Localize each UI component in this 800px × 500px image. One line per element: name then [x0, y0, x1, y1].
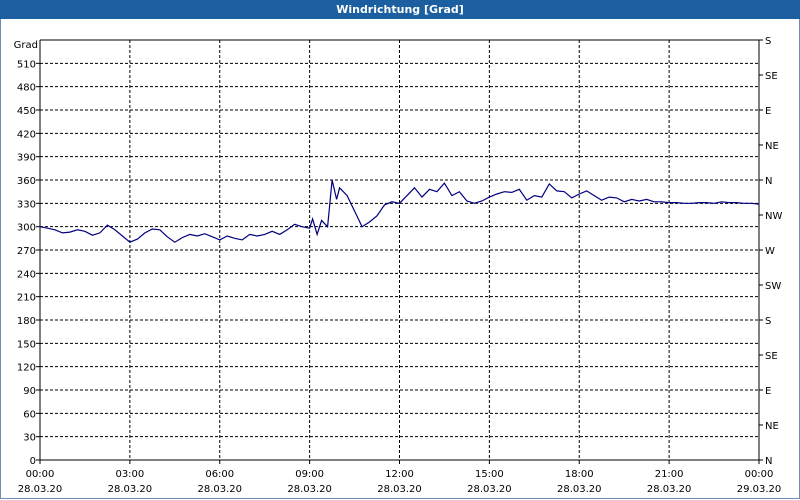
right-tick-label: SE [765, 351, 778, 362]
right-tick-label: S [765, 36, 771, 47]
x-tick-time: 06:00 [205, 469, 234, 480]
y-tick-label: 390 [17, 153, 36, 164]
y-tick-label: 480 [17, 83, 36, 94]
y-tick-label: 150 [17, 339, 36, 350]
right-tick-label: NE [765, 141, 779, 152]
right-tick-label: NE [765, 421, 779, 432]
y-tick-label: 240 [17, 269, 36, 280]
y-tick-label: 210 [17, 293, 36, 304]
x-tick-date: 28.03.20 [467, 484, 512, 495]
right-tick-label: W [765, 246, 775, 257]
x-tick-date: 28.03.20 [197, 484, 242, 495]
right-tick-label: N [765, 456, 772, 467]
x-tick-time: 00:00 [26, 469, 55, 480]
x-tick-date: 28.03.20 [377, 484, 422, 495]
y-tick-label: 330 [17, 199, 36, 210]
x-tick-date: 28.03.20 [108, 484, 153, 495]
y-tick-label: 360 [17, 176, 36, 187]
y-tick-label: 300 [17, 223, 36, 234]
x-tick-time: 03:00 [115, 469, 144, 480]
y-tick-label: 0 [30, 456, 36, 467]
x-tick-time: 18:00 [565, 469, 594, 480]
right-tick-label: N [765, 176, 772, 187]
x-tick-time: 15:00 [475, 469, 504, 480]
x-tick-date: 28.03.20 [557, 484, 602, 495]
x-tick-date: 28.03.20 [647, 484, 692, 495]
x-tick-date: 29.03.20 [737, 484, 782, 495]
right-tick-label: SE [765, 71, 778, 82]
x-tick-date: 28.03.20 [18, 484, 63, 495]
y-tick-label: 270 [17, 246, 36, 257]
y-tick-label: 120 [17, 363, 36, 374]
right-tick-label: E [765, 106, 771, 117]
right-tick-label: E [765, 386, 771, 397]
right-tick-label: S [765, 316, 771, 327]
y-tick-label: 30 [23, 433, 36, 444]
right-tick-label: SW [765, 281, 781, 292]
x-tick-time: 12:00 [385, 469, 414, 480]
y-tick-label: 180 [17, 316, 36, 327]
y-tick-label: 90 [23, 386, 36, 397]
wind-direction-chart: 0 30 60 90 120 150 180 210 240 270 300 330 360 390 420… [14, 36, 783, 495]
right-tick-label: NW [765, 211, 782, 222]
y-tick-label: 60 [23, 409, 36, 420]
x-tick-date: 28.03.20 [287, 484, 332, 495]
x-tick-time: 09:00 [295, 469, 324, 480]
x-tick-time: 21:00 [655, 469, 684, 480]
y-tick-label: 450 [17, 106, 36, 117]
y-tick-label: 510 [17, 59, 36, 70]
x-tick-time: 00:00 [745, 469, 774, 480]
y-tick-label: 420 [17, 129, 36, 140]
y-axis-label: Grad [14, 40, 38, 51]
